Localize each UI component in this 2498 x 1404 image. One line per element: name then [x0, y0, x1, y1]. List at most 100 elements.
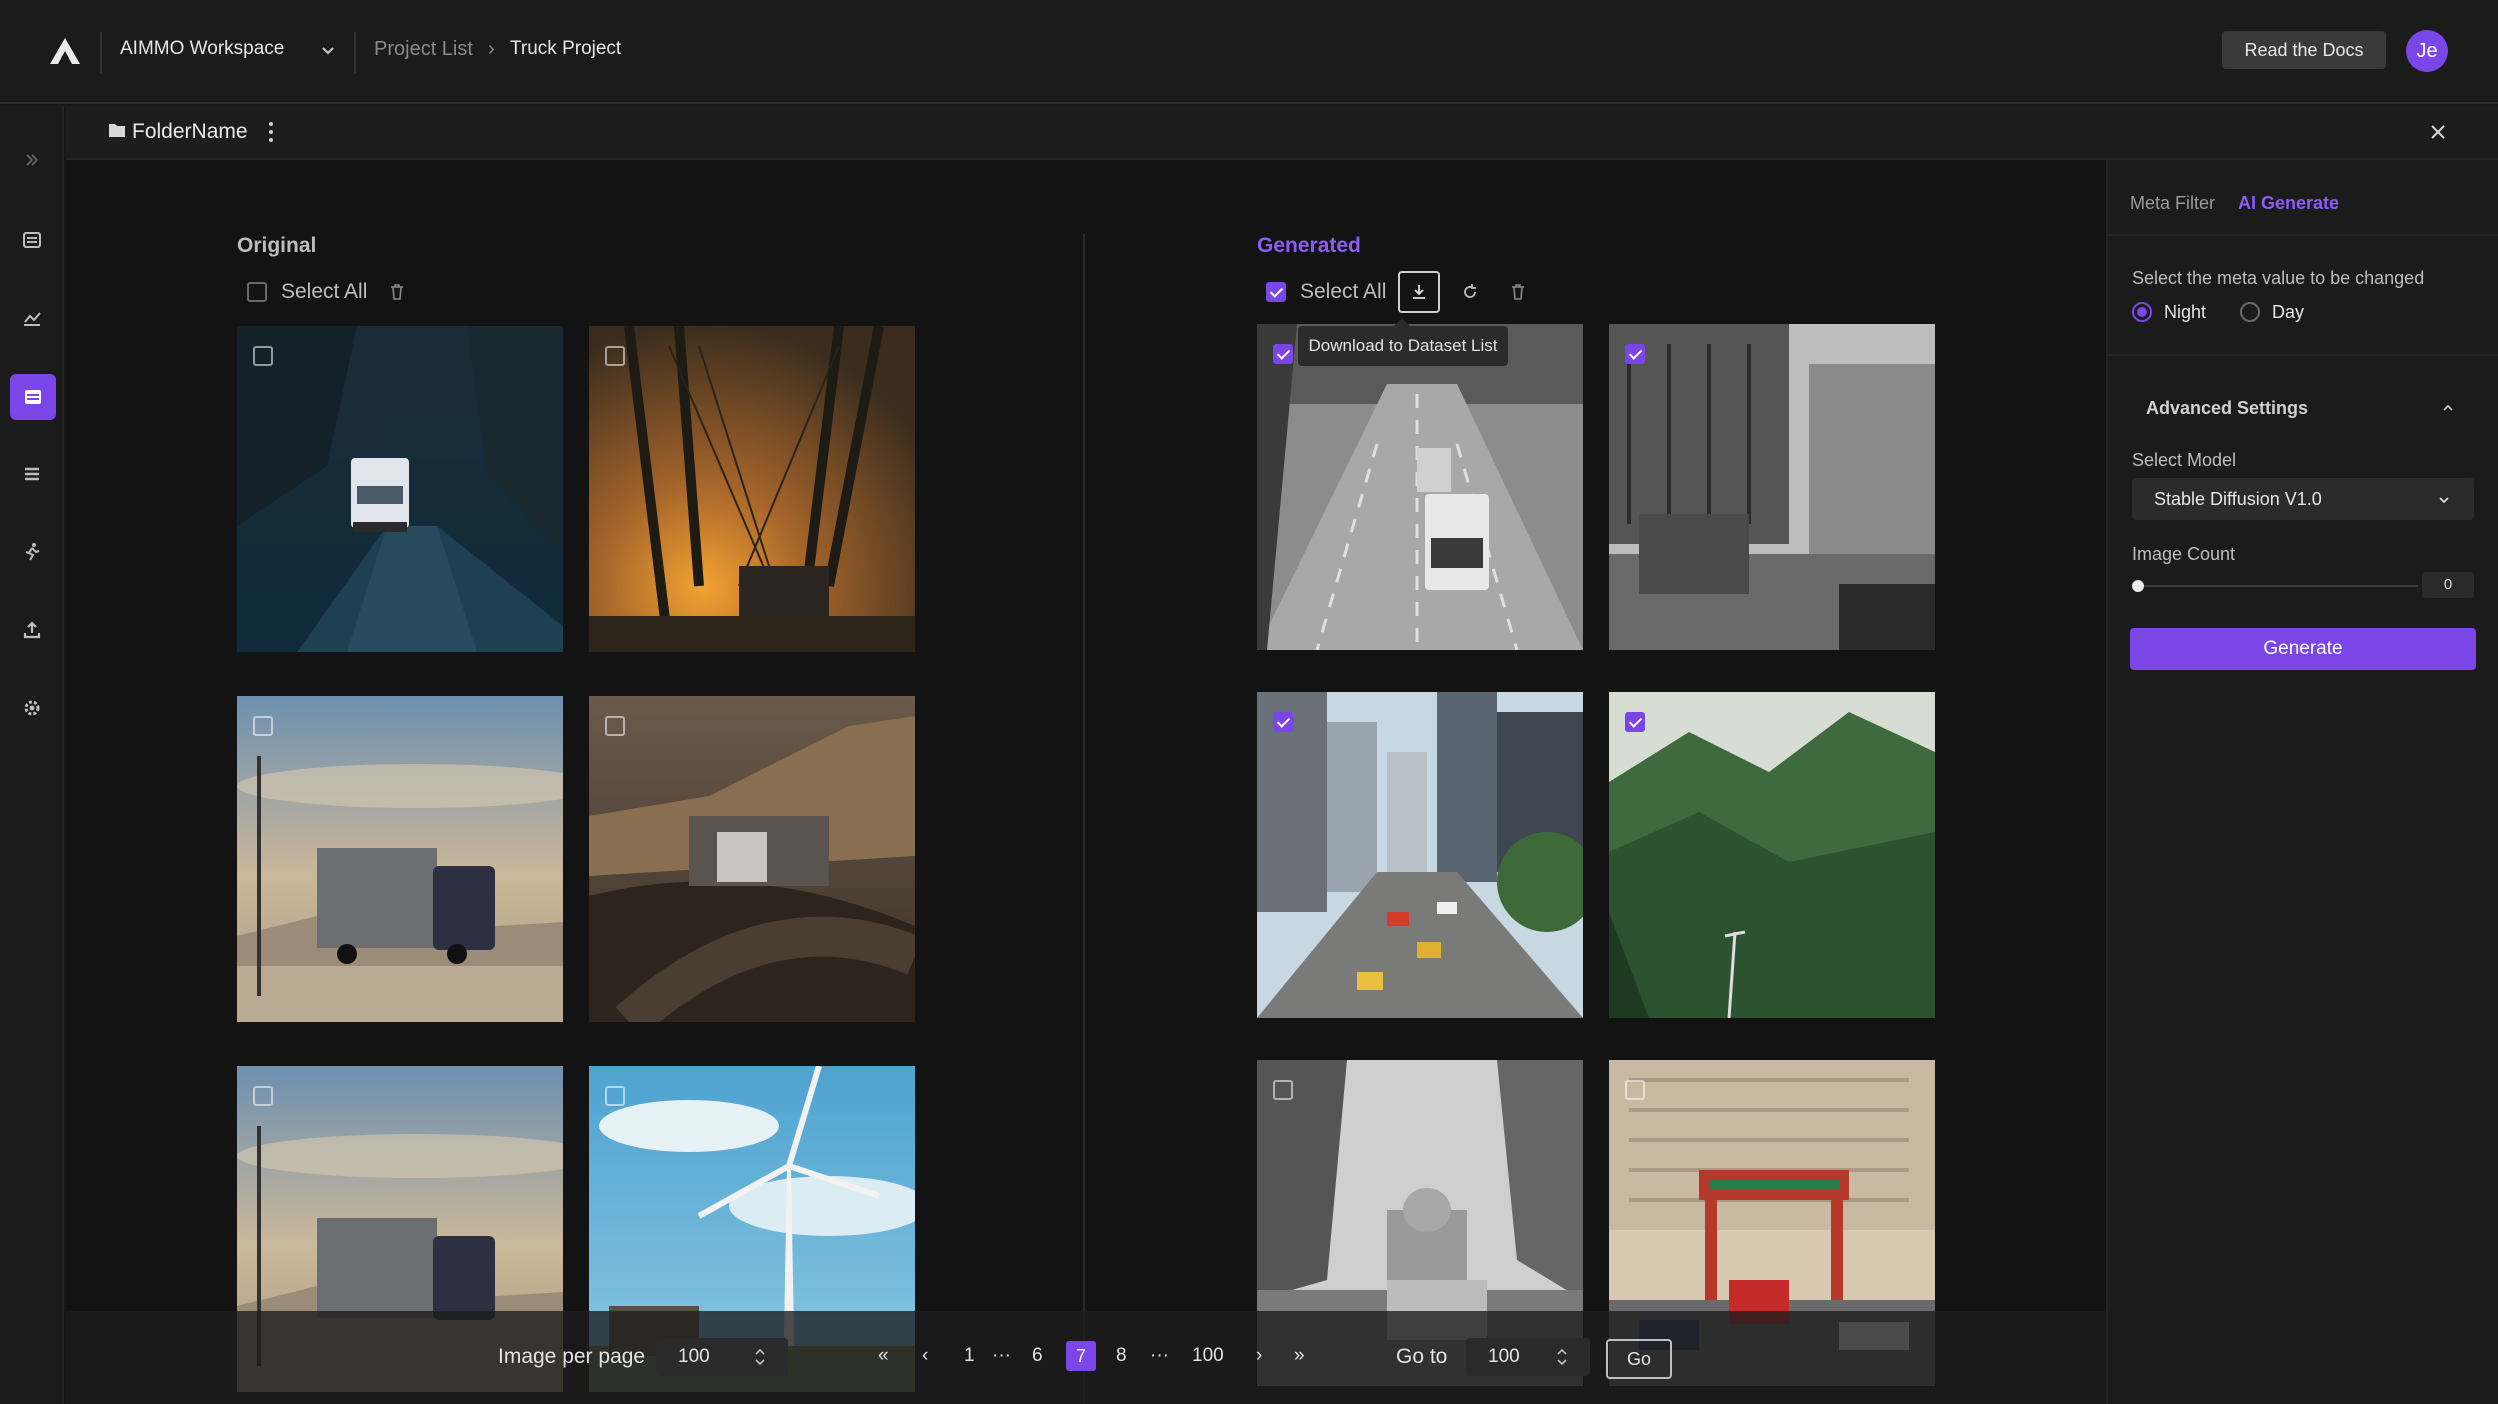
logo-icon[interactable]	[48, 36, 82, 66]
trash-icon[interactable]	[1500, 274, 1536, 310]
original-image-4[interactable]	[589, 696, 915, 1022]
last-page-button[interactable]: »	[1294, 1345, 1305, 1367]
upload-icon[interactable]	[14, 612, 50, 648]
close-icon[interactable]	[2426, 120, 2450, 144]
download-icon[interactable]	[1398, 271, 1441, 313]
radio-night-label[interactable]: Night	[2164, 302, 2206, 323]
per-page-select[interactable]: 100	[656, 1338, 788, 1376]
page-ellipsis: ···	[992, 1345, 1011, 1366]
main-content: Original Select All Generated Select All…	[66, 160, 2106, 1404]
model-value: Stable Diffusion V1.0	[2154, 489, 2322, 509]
image-count-input[interactable]: 0	[2422, 572, 2474, 598]
divider	[100, 32, 102, 74]
dataset-icon[interactable]	[10, 374, 56, 420]
chevron-down-icon[interactable]	[318, 40, 338, 60]
refresh-icon[interactable]	[1452, 274, 1488, 310]
divider	[2108, 234, 2498, 236]
image-checkbox[interactable]	[1273, 1080, 1293, 1100]
breadcrumb-project-list[interactable]: Project List	[374, 38, 473, 61]
image-checkbox[interactable]	[1273, 712, 1293, 732]
go-button[interactable]: Go	[1606, 1339, 1672, 1379]
generated-select-all-checkbox[interactable]	[1266, 282, 1286, 302]
image-checkbox[interactable]	[253, 346, 273, 366]
folder-header: FolderName	[66, 106, 2498, 160]
generate-button[interactable]: Generate	[2130, 628, 2476, 670]
first-page-button[interactable]: «	[878, 1345, 889, 1367]
image-checkbox[interactable]	[605, 346, 625, 366]
chevron-up-icon[interactable]	[2440, 400, 2456, 416]
trash-icon[interactable]	[379, 274, 415, 310]
page-8[interactable]: 8	[1116, 1345, 1127, 1367]
original-image-2[interactable]	[589, 326, 915, 652]
generated-image-2[interactable]	[1609, 324, 1935, 650]
page-1[interactable]: 1	[964, 1345, 975, 1367]
original-image-3[interactable]	[237, 696, 563, 1022]
model-label: Select Model	[2132, 450, 2237, 470]
list-icon[interactable]	[14, 222, 50, 258]
radio-day[interactable]	[2240, 302, 2260, 322]
spinner-icon	[755, 1348, 765, 1366]
breadcrumb-current: Truck Project	[510, 38, 622, 59]
image-checkbox[interactable]	[1625, 1080, 1645, 1100]
original-title: Original	[237, 234, 317, 257]
image-checkbox[interactable]	[253, 716, 273, 736]
generated-select-all-label[interactable]: Select All	[1300, 280, 1386, 304]
radio-day-label[interactable]: Day	[2272, 302, 2304, 323]
expand-icon[interactable]	[14, 142, 50, 178]
goto-label: Go to	[1396, 1345, 1448, 1368]
download-tooltip: Download to Dataset List	[1298, 318, 1508, 366]
top-bar: AIMMO Workspace Project List › Truck Pro…	[0, 0, 2498, 104]
model-select[interactable]: Stable Diffusion V1.0	[2132, 478, 2474, 520]
gear-icon[interactable]	[14, 690, 50, 726]
avatar[interactable]: Je	[2406, 30, 2448, 72]
original-select-all-label[interactable]: Select All	[281, 280, 367, 304]
image-checkbox[interactable]	[1273, 344, 1293, 364]
pagination-bar: Image per page 100 « ‹ 1 ··· 6 7 8 ··· 1…	[66, 1311, 2106, 1404]
kebab-icon[interactable]	[266, 118, 276, 146]
generated-image-4[interactable]	[1609, 692, 1935, 1018]
image-checkbox[interactable]	[605, 716, 625, 736]
image-checkbox[interactable]	[253, 1086, 273, 1106]
run-icon[interactable]	[14, 534, 50, 570]
generated-image-1[interactable]	[1257, 324, 1583, 650]
divider	[354, 32, 356, 74]
left-rail	[0, 106, 64, 1404]
per-page-label: Image per page	[498, 1345, 646, 1368]
page-current[interactable]: 7	[1066, 1341, 1096, 1371]
read-docs-button[interactable]: Read the Docs	[2222, 31, 2386, 69]
original-image-1[interactable]	[237, 326, 563, 652]
column-divider	[1083, 234, 1085, 1404]
image-checkbox[interactable]	[1625, 344, 1645, 364]
meta-prompt: Select the meta value to be changed	[2132, 268, 2425, 288]
tab-meta-filter[interactable]: Meta Filter	[2130, 193, 2215, 214]
page-ellipsis: ···	[1150, 1345, 1169, 1366]
original-select-all-checkbox[interactable]	[247, 282, 267, 302]
menu-icon[interactable]	[14, 456, 50, 492]
ai-generate-panel: Meta Filter AI Generate Select the meta …	[2106, 160, 2498, 1404]
generated-image-3[interactable]	[1257, 692, 1583, 1018]
radio-night[interactable]	[2132, 302, 2152, 322]
spinner-icon	[1557, 1348, 1567, 1366]
goto-input[interactable]: 100	[1466, 1338, 1590, 1376]
folder-icon	[109, 124, 125, 137]
prev-page-button[interactable]: ‹	[922, 1345, 928, 1367]
generated-select-row: Select All	[1266, 270, 1536, 314]
advanced-settings-title[interactable]: Advanced Settings	[2146, 398, 2308, 419]
image-checkbox[interactable]	[1625, 712, 1645, 732]
goto-value: 100	[1488, 1346, 1520, 1367]
generated-title: Generated	[1257, 234, 1361, 257]
page-6[interactable]: 6	[1032, 1345, 1043, 1367]
page-100[interactable]: 100	[1192, 1345, 1224, 1367]
per-page-value: 100	[678, 1346, 710, 1367]
image-checkbox[interactable]	[605, 1086, 625, 1106]
tab-ai-generate[interactable]: AI Generate	[2238, 193, 2339, 214]
folder-name: FolderName	[132, 120, 248, 143]
workspace-name[interactable]: AIMMO Workspace	[120, 38, 284, 60]
breadcrumb-separator: ›	[488, 38, 495, 60]
next-page-button[interactable]: ›	[1256, 1345, 1262, 1367]
image-count-slider[interactable]	[2138, 585, 2418, 587]
divider	[2108, 354, 2498, 356]
chart-icon[interactable]	[14, 300, 50, 336]
image-count-label: Image Count	[2132, 544, 2236, 564]
slider-handle[interactable]	[2132, 580, 2144, 592]
